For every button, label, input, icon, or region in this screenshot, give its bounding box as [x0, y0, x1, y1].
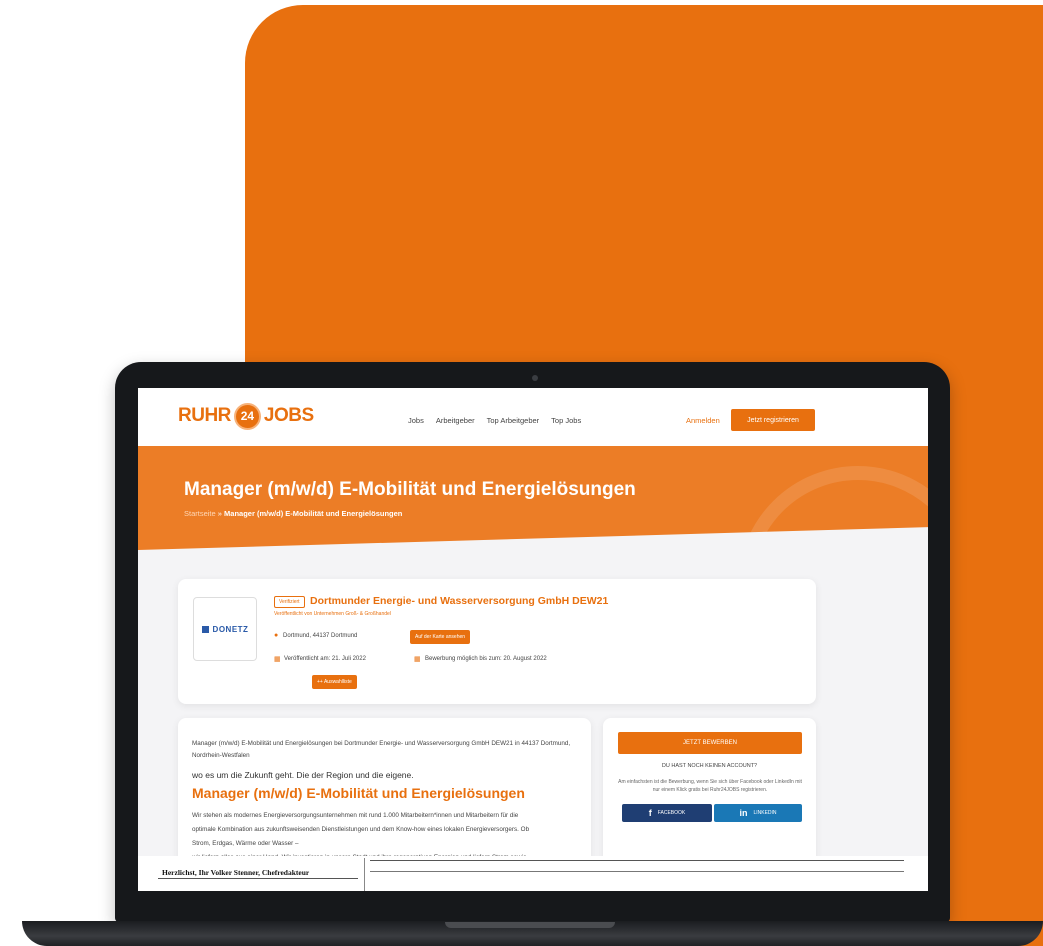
facebook-label: FACEBOOK: [657, 810, 686, 816]
published-date: Veröffentlicht am: 21. Juli 2022: [284, 656, 366, 662]
nav-item-arbeitgeber[interactable]: Arbeitgeber: [436, 416, 475, 425]
job-heading: Manager (m/w/d) E-Mobilität und Energiel…: [192, 785, 525, 801]
hero-decoration: [738, 466, 928, 550]
overlay-rule: [370, 871, 904, 872]
signoff-text: Herzlichst, Ihr Volker Stenner, Chefreda…: [162, 868, 310, 877]
verified-badge: Verifiziert: [274, 596, 305, 608]
apply-button[interactable]: JETZT BEWERBEN: [618, 732, 802, 754]
page-title: Manager (m/w/d) E-Mobilität und Energiel…: [184, 479, 636, 500]
register-button[interactable]: Jetzt registrieren: [731, 409, 815, 431]
add-to-list-button[interactable]: ++ Auswahlliste: [312, 675, 357, 689]
company-subtitle: Veröffentlicht von Unternehmen Groß- & G…: [274, 611, 391, 617]
job-intro: Manager (m/w/d) E-Mobilität und Energiel…: [192, 740, 571, 759]
location-pin-icon: ●: [274, 632, 279, 639]
body-line: optimale Kombination aus zukunftsweisend…: [192, 826, 530, 833]
logo-text-left: RUHR: [178, 405, 231, 426]
signoff-rule: [158, 878, 358, 879]
breadcrumb: Startseite » Manager (m/w/d) E-Mobilität…: [184, 509, 402, 518]
login-link[interactable]: Anmelden: [686, 416, 720, 425]
overlay-rule: [370, 860, 904, 861]
breadcrumb-separator: »: [217, 509, 222, 518]
logo-text-right: JOBS: [263, 405, 314, 426]
camera-icon: [532, 375, 538, 381]
map-button[interactable]: Auf der Karte ansehen: [410, 630, 471, 644]
laptop-screen: RUHR 24 JOBS Jobs Arbeitgeber Top Arbeit…: [138, 388, 928, 891]
ruhr24jobs-logo[interactable]: RUHR 24 JOBS: [178, 402, 314, 430]
site-header: RUHR 24 JOBS Jobs Arbeitgeber Top Arbeit…: [138, 388, 928, 446]
facebook-login-button[interactable]: f FACEBOOK: [622, 804, 712, 822]
social-login-note: Am einfachsten ist die Bewerbung, wenn S…: [618, 779, 802, 793]
body-line: Strom, Erdgas, Wärme oder Wasser –: [192, 840, 299, 847]
overlay-divider: [364, 858, 365, 891]
breadcrumb-current: Manager (m/w/d) E-Mobilität und Energiel…: [224, 509, 403, 518]
company-logo[interactable]: DONETZ: [193, 597, 257, 661]
job-tagline: wo es um die Zukunft geht. Die der Regio…: [192, 770, 414, 780]
nav-item-top-arbeitgeber[interactable]: Top Arbeitgeber: [487, 416, 540, 425]
hero-banner: Manager (m/w/d) E-Mobilität und Energiel…: [138, 446, 928, 550]
no-account-label: DU HAST NOCH KEINEN ACCOUNT?: [661, 763, 758, 769]
nav-item-jobs[interactable]: Jobs: [408, 416, 424, 425]
application-deadline: Bewerbung möglich bis zum: 20. August 20…: [425, 656, 547, 662]
linkedin-icon: in: [739, 808, 748, 818]
facebook-icon: f: [648, 808, 652, 818]
company-logo-name: DONETZ: [212, 624, 249, 634]
main-nav: Jobs Arbeitgeber Top Arbeitgeber Top Job…: [408, 416, 581, 425]
company-logo-mark: [201, 625, 209, 633]
calendar-icon: ▦: [274, 656, 281, 663]
breadcrumb-home[interactable]: Startseite: [184, 509, 216, 518]
nav-item-top-jobs[interactable]: Top Jobs: [551, 416, 581, 425]
logo-badge: 24: [233, 402, 261, 430]
linkedin-label: LINKEDIN: [753, 810, 777, 816]
linkedin-login-button[interactable]: in LINKEDIN: [714, 804, 802, 822]
calendar-deadline-icon: ▦: [414, 656, 421, 663]
company-name[interactable]: Dortmunder Energie- und Wasserversorgung…: [310, 595, 608, 607]
laptop-base-notch: [445, 922, 615, 928]
body-line: Wir stehen als modernes Energieversorgun…: [192, 812, 519, 819]
job-location: Dortmund, 44137 Dortmund: [283, 633, 358, 639]
company-card: DONETZ Verifiziert Dortmunder Energie- u…: [178, 579, 816, 704]
